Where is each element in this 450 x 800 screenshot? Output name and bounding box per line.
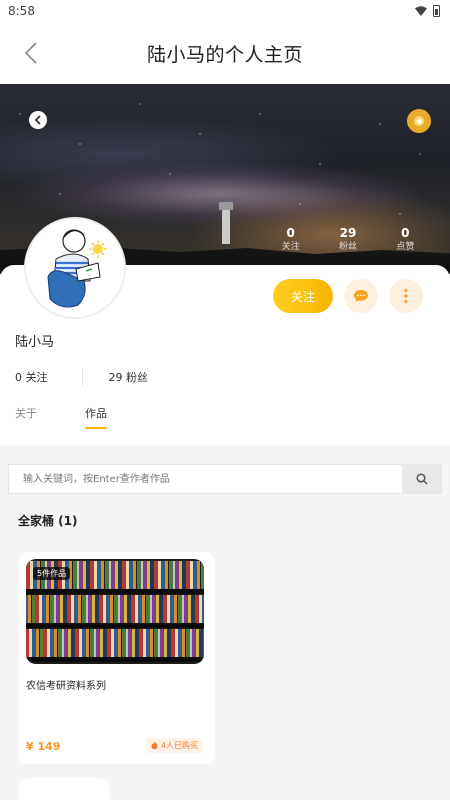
tab-works[interactable]: 作品 [85, 405, 107, 429]
stat-label: 关注 [281, 242, 300, 252]
back-button[interactable] [18, 40, 44, 66]
search-button[interactable] [402, 464, 442, 494]
stat-label: 点赞 [396, 242, 415, 252]
chat-bubble-icon [354, 290, 368, 302]
status-bar: 8:58 [0, 0, 450, 22]
stat-value: 0 [401, 226, 410, 240]
product-image: 5件作品 [26, 559, 204, 664]
chevron-left-icon [34, 115, 41, 125]
battery-icon [433, 5, 440, 17]
username: 陆小马 [15, 335, 55, 350]
stat-value: 0 [286, 226, 295, 240]
purchase-count-badge: 4人已购买 [146, 738, 203, 753]
status-time: 8:58 [8, 4, 35, 18]
more-options-button[interactable] [389, 279, 423, 313]
followers-count[interactable]: 29 粉丝 [109, 369, 149, 385]
stat-following[interactable]: 0 关注 [262, 226, 319, 254]
search-icon [416, 473, 428, 485]
stat-followers[interactable]: 29 粉丝 [319, 226, 376, 254]
chevron-left-icon [24, 42, 37, 64]
page-title: 陆小马的个人主页 [146, 43, 303, 66]
stat-label: 粉丝 [338, 242, 357, 252]
stat-value: 29 [339, 226, 357, 240]
purchase-count-text: 4人已购买 [160, 741, 198, 750]
profile-tabs: 关于 作品 [15, 405, 107, 429]
message-button[interactable] [344, 279, 378, 313]
banner-lighthouse [219, 202, 233, 244]
divider [81, 368, 83, 386]
product-card[interactable]: 5件作品 农信考研资料系列 ¥ 149 4人已购买 [19, 552, 215, 764]
product-title: 农信考研资料系列 [26, 681, 106, 692]
banner-stats: 0 关注 29 粉丝 0 点赞 [262, 226, 434, 254]
status-icons [415, 5, 440, 17]
product-card-partial[interactable] [19, 778, 110, 800]
bookshelf-board [26, 657, 204, 662]
follow-counts: 0 关注 29 粉丝 [15, 368, 148, 386]
following-count[interactable]: 0 关注 [15, 369, 48, 385]
avatar-illustration [26, 219, 124, 317]
flame-icon [151, 741, 158, 749]
music-disc-icon[interactable] [407, 109, 431, 133]
banner-back-button[interactable] [29, 111, 47, 129]
nav-bar: 陆小马的个人主页 [0, 22, 450, 84]
avatar[interactable] [24, 217, 126, 319]
bookshelf-board [26, 623, 204, 628]
bookshelf-row [26, 595, 204, 623]
more-vertical-icon [404, 288, 408, 304]
tab-about[interactable]: 关于 [15, 405, 37, 429]
bundle-section-title: 全家桶 (1) [18, 514, 78, 528]
search-input[interactable] [8, 464, 402, 494]
stat-likes[interactable]: 0 点赞 [377, 226, 434, 254]
wifi-icon [415, 6, 427, 16]
item-count-badge: 5件作品 [33, 567, 71, 580]
follow-button[interactable]: 关注 [273, 279, 333, 313]
bookshelf-board [26, 589, 204, 594]
product-price: ¥ 149 [26, 740, 61, 753]
bookshelf-row [26, 629, 204, 657]
search-bar [8, 464, 442, 494]
